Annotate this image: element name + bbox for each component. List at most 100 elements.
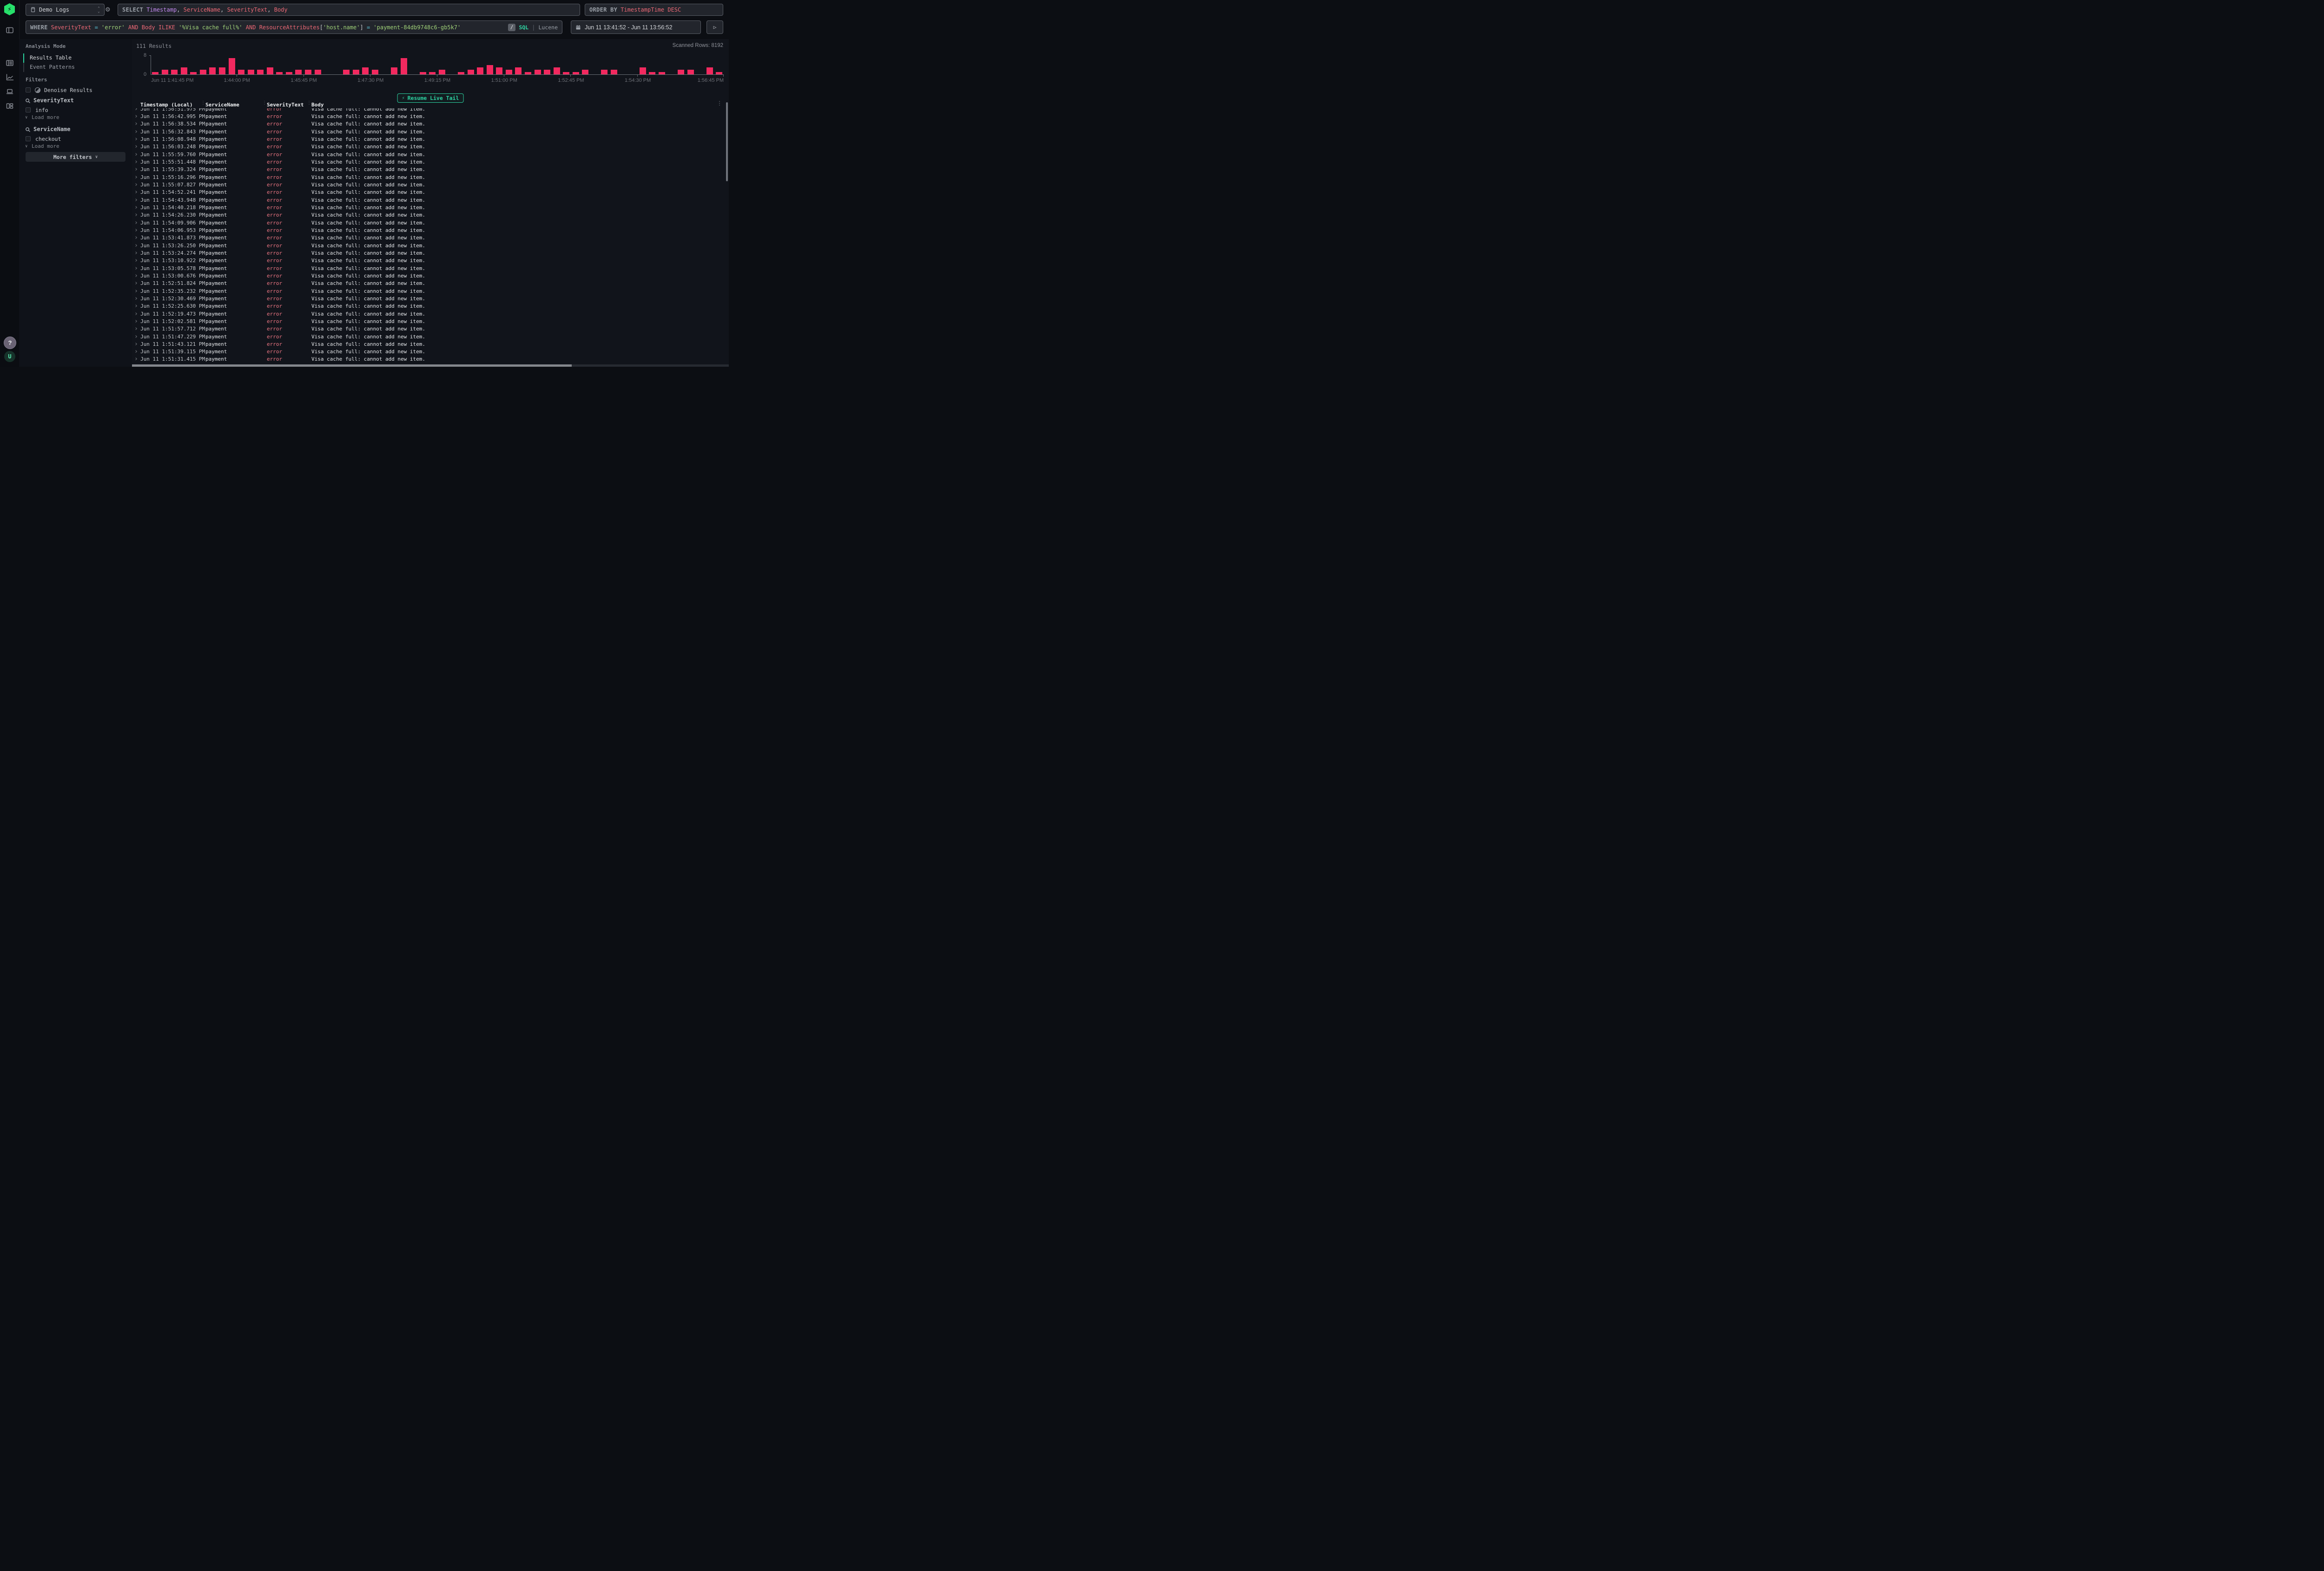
row-expand-chevron-icon[interactable]: › [133,288,140,294]
row-expand-chevron-icon[interactable]: › [133,166,140,172]
row-expand-chevron-icon[interactable]: › [133,121,140,127]
logs-search-icon[interactable] [5,58,14,67]
table-row[interactable]: ›Jun 11 1:56:08.948 PMpaymenterrorVisa c… [133,135,725,143]
row-expand-chevron-icon[interactable]: › [133,243,140,249]
row-expand-chevron-icon[interactable]: › [133,129,140,135]
row-expand-chevron-icon[interactable]: › [133,265,140,271]
row-expand-chevron-icon[interactable]: › [133,205,140,211]
row-expand-chevron-icon[interactable]: › [133,280,140,286]
column-drag-handle-icon[interactable]: ⋮ [201,100,205,106]
table-row[interactable]: ›Jun 11 1:54:40.218 PMpaymenterrorVisa c… [133,204,725,211]
panel-left-icon[interactable] [5,25,14,35]
table-row[interactable]: ›Jun 11 1:51:39.115 PMpaymenterrorVisa c… [133,348,725,356]
load-more-servicename[interactable]: Load more [32,143,59,149]
col-servicename[interactable]: ServiceName [205,102,267,108]
row-expand-chevron-icon[interactable]: › [133,227,140,233]
select-query-input[interactable]: SELECT Timestamp, ServiceName, SeverityT… [118,4,580,16]
row-expand-chevron-icon[interactable]: › [133,182,140,188]
row-expand-chevron-icon[interactable]: › [133,212,140,218]
col-severitytext[interactable]: SeverityText [267,102,311,108]
row-expand-chevron-icon[interactable]: › [133,152,140,158]
user-avatar[interactable]: U [4,351,15,362]
run-query-button[interactable]: ▷ [706,20,723,34]
chart-explorer-icon[interactable] [5,72,14,82]
table-options-kebab-icon[interactable]: ⋮ [717,100,722,106]
table-row[interactable]: ›Jun 11 1:51:43.121 PMpaymenterrorVisa c… [133,340,725,348]
table-row[interactable]: ›Jun 11 1:54:43.948 PMpaymenterrorVisa c… [133,196,725,204]
row-expand-chevron-icon[interactable]: › [133,257,140,264]
denoise-checkbox[interactable] [26,87,31,92]
row-expand-chevron-icon[interactable]: › [133,303,140,309]
table-row[interactable]: ›Jun 11 1:54:09.906 PMpaymenterrorVisa c… [133,219,725,226]
filter-option-info-label[interactable]: info [35,107,48,113]
lucene-mode-toggle[interactable]: Lucene [538,24,558,31]
table-row[interactable]: ›Jun 11 1:52:51.824 PMpaymenterrorVisa c… [133,280,725,287]
where-query-input[interactable]: WHERE SeverityText = 'error' AND Body IL… [26,20,562,34]
table-row[interactable]: ›Jun 11 1:56:42.995 PMpaymenterrorVisa c… [133,112,725,120]
row-expand-chevron-icon[interactable]: › [133,326,140,332]
filter-option-info-checkbox[interactable] [26,107,31,112]
row-expand-chevron-icon[interactable]: › [133,235,140,241]
table-row[interactable]: ›Jun 11 1:56:32.843 PMpaymenterrorVisa c… [133,128,725,135]
row-expand-chevron-icon[interactable]: › [133,311,140,317]
row-expand-chevron-icon[interactable]: › [133,356,140,362]
app-logo-icon[interactable]: ⚡ [4,3,15,15]
table-row[interactable]: ›Jun 11 1:51:31.415 PMpaymenterrorVisa c… [133,356,725,363]
table-row[interactable]: ›Jun 11 1:54:06.953 PMpaymenterrorVisa c… [133,226,725,234]
row-expand-chevron-icon[interactable]: › [133,159,140,165]
filter-group-severitytext[interactable]: SeverityText [33,97,74,104]
row-expand-chevron-icon[interactable]: › [133,250,140,256]
source-selector[interactable]: Demo Logs ⌃⌃ [26,4,105,16]
table-row[interactable]: ›Jun 11 1:56:03.248 PMpaymenterrorVisa c… [133,143,725,151]
row-expand-chevron-icon[interactable]: › [133,174,140,180]
row-expand-chevron-icon[interactable]: › [133,273,140,279]
row-expand-chevron-icon[interactable]: › [133,341,140,347]
table-row[interactable]: ›Jun 11 1:54:52.241 PMpaymenterrorVisa c… [133,189,725,196]
row-expand-chevron-icon[interactable]: › [133,318,140,324]
row-expand-chevron-icon[interactable]: › [133,189,140,195]
table-row[interactable]: ›Jun 11 1:52:02.581 PMpaymenterrorVisa c… [133,317,725,325]
table-row[interactable]: ›Jun 11 1:54:26.230 PMpaymenterrorVisa c… [133,211,725,219]
row-expand-chevron-icon[interactable]: › [133,108,140,112]
row-expand-chevron-icon[interactable]: › [133,144,140,150]
time-range-picker[interactable]: Jun 11 13:41:52 - Jun 11 13:56:52 [571,20,701,34]
row-expand-chevron-icon[interactable]: › [133,113,140,119]
table-row[interactable]: ›Jun 11 1:56:51.975 PMpaymenterrorVisa c… [133,108,725,112]
table-row[interactable]: ›Jun 11 1:52:35.232 PMpaymenterrorVisa c… [133,287,725,295]
help-button[interactable]: ? [4,337,16,349]
table-row[interactable]: ›Jun 11 1:52:19.473 PMpaymenterrorVisa c… [133,310,725,317]
sql-mode-toggle[interactable]: SQL [519,24,528,31]
table-row[interactable]: ›Jun 11 1:53:10.922 PMpaymenterrorVisa c… [133,257,725,264]
table-row[interactable]: ›Jun 11 1:51:47.229 PMpaymenterrorVisa c… [133,333,725,340]
table-row[interactable]: ›Jun 11 1:52:25.630 PMpaymenterrorVisa c… [133,303,725,310]
table-row[interactable]: ›Jun 11 1:55:07.827 PMpaymenterrorVisa c… [133,181,725,188]
load-more-severitytext[interactable]: Load more [32,114,59,120]
table-row[interactable]: ›Jun 11 1:51:57.712 PMpaymenterrorVisa c… [133,325,725,333]
table-row[interactable]: ›Jun 11 1:55:59.760 PMpaymenterrorVisa c… [133,151,725,158]
gear-icon[interactable]: ⚙ [106,6,110,13]
table-row[interactable]: ›Jun 11 1:53:05.578 PMpaymenterrorVisa c… [133,264,725,272]
vertical-scrollbar-thumb[interactable] [726,102,728,181]
table-row[interactable]: ›Jun 11 1:55:51.448 PMpaymenterrorVisa c… [133,158,725,165]
table-row[interactable]: ›Jun 11 1:53:26.250 PMpaymenterrorVisa c… [133,242,725,249]
col-body[interactable]: Body [311,102,720,108]
table-row[interactable]: ›Jun 11 1:53:24.274 PMpaymenterrorVisa c… [133,249,725,257]
sidebar-item-results-table[interactable]: Results Table [30,54,72,61]
row-expand-chevron-icon[interactable]: › [133,197,140,203]
table-row[interactable]: ›Jun 11 1:53:41.873 PMpaymenterrorVisa c… [133,234,725,242]
sessions-laptop-icon[interactable] [5,86,14,96]
filter-option-checkout-label[interactable]: checkout [35,136,61,142]
sidebar-item-event-patterns[interactable]: Event Patterns [30,64,75,70]
col-timestamp[interactable]: Timestamp (Local) [140,102,205,108]
row-expand-chevron-icon[interactable]: › [133,220,140,226]
table-row[interactable]: ›Jun 11 1:55:39.324 PMpaymenterrorVisa c… [133,166,725,173]
row-expand-chevron-icon[interactable]: › [133,334,140,340]
column-drag-handle-icon[interactable]: ⋮ [307,100,310,106]
column-drag-handle-icon[interactable]: ⋮ [262,100,266,106]
table-row[interactable]: ›Jun 11 1:53:00.676 PMpaymenterrorVisa c… [133,272,725,279]
horizontal-scrollbar-thumb[interactable] [132,364,572,367]
row-expand-chevron-icon[interactable]: › [133,136,140,142]
table-row[interactable]: ›Jun 11 1:52:30.469 PMpaymenterrorVisa c… [133,295,725,302]
table-row[interactable]: ›Jun 11 1:55:16.296 PMpaymenterrorVisa c… [133,173,725,181]
more-filters-button[interactable]: More filters ∨ [26,152,125,162]
